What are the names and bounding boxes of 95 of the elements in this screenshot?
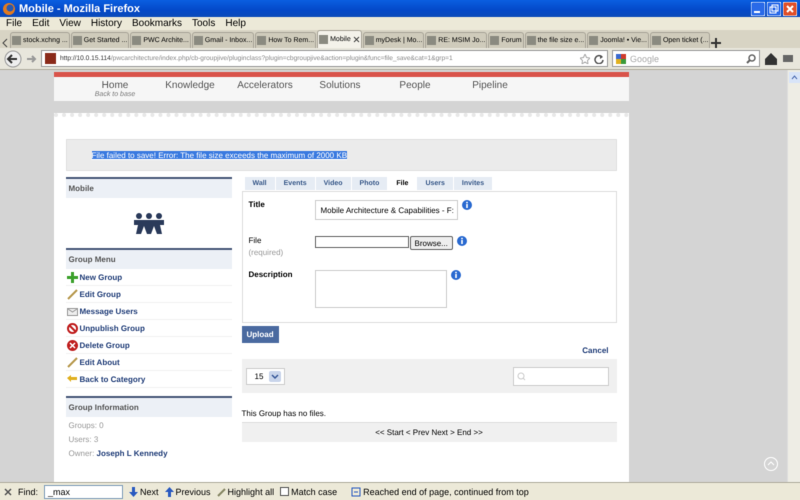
menu-link[interactable]: Back to Category (80, 374, 146, 384)
title-input[interactable]: Mobile Architecture & Capabilities - F: (314, 200, 458, 220)
info-text: Groups: 0 (68, 420, 105, 432)
restore-icon[interactable] (767, 2, 781, 16)
menu-link[interactable]: Unpublish Group (80, 324, 145, 332)
edit-icon (66, 288, 78, 300)
cancel-link[interactable]: Cancel (582, 346, 608, 355)
upload-button[interactable]: Upload (242, 326, 279, 343)
search-icon (516, 372, 526, 380)
menu-link[interactable]: New Group (80, 272, 122, 282)
favicon-icon (427, 36, 436, 45)
scrollbar[interactable] (787, 70, 800, 482)
menu-item[interactable]: Tools (188, 18, 220, 29)
field-note: (required) (248, 248, 284, 257)
favicon-icon (257, 36, 266, 45)
file-input[interactable] (314, 236, 408, 248)
menu-link[interactable]: Edit About (80, 358, 120, 366)
info-icon (462, 200, 472, 210)
favicon-icon (72, 36, 82, 45)
up-arrow-icon (164, 486, 174, 496)
star-icon[interactable] (580, 54, 590, 64)
favicon-icon (589, 36, 598, 45)
nav-link[interactable]: Solutions (319, 80, 361, 91)
error-message: File failed to save! Error: The file size exceeds the maximum of 2000 KB (92, 150, 348, 160)
new-icon (66, 272, 78, 282)
owner-link[interactable]: Joseph L Kennedy (96, 449, 168, 458)
window-title: Mobile - Mozilla Firefox (19, 2, 142, 14)
highlighter-icon (216, 486, 226, 496)
menu-item[interactable]: Bookmarks (128, 18, 186, 29)
favicon-icon (132, 36, 142, 45)
menu-link[interactable]: Message Users (80, 306, 138, 316)
favicon-icon (364, 36, 374, 45)
google-icon (616, 54, 626, 64)
nav-link[interactable]: Knowledge (165, 80, 215, 91)
scroll-left-icon[interactable] (2, 38, 9, 48)
nav-link[interactable]: Pipeline (472, 80, 508, 91)
favicon-icon (194, 36, 203, 45)
favicon-icon (652, 36, 661, 45)
nav-link[interactable]: People (399, 80, 431, 91)
menu-item[interactable]: Edit (28, 18, 54, 29)
menu-item[interactable]: Help (221, 18, 250, 29)
back-icon[interactable] (4, 50, 22, 68)
find-input[interactable]: _max (44, 484, 124, 498)
back-icon (66, 374, 78, 384)
favicon-icon (490, 36, 500, 45)
site-icon (45, 53, 56, 64)
search-icon[interactable] (746, 54, 756, 64)
dropdown-arrow-icon (269, 370, 282, 382)
menu-link[interactable]: Edit Group (80, 290, 121, 298)
page-size-select[interactable]: 15 (246, 368, 286, 384)
field-label: Title (248, 200, 266, 209)
favicon-icon (319, 35, 328, 44)
find-previous-button[interactable]: Previous (164, 486, 211, 496)
owner-label: Owner: (68, 449, 94, 458)
list-search-field[interactable] (512, 366, 608, 386)
unpublish-icon (66, 322, 78, 334)
find-status: Reached end of page, continued from top (363, 486, 529, 496)
empty-list-message: This Group has no files. (242, 409, 327, 418)
menu-item[interactable]: File (2, 18, 26, 29)
down-arrow-icon (129, 486, 138, 496)
panel-header: Group Information (66, 396, 232, 417)
nav-link[interactable]: Accelerators (237, 80, 293, 91)
search-placeholder: Google (630, 54, 660, 64)
nav-link[interactable]: Home (102, 80, 128, 91)
favicon-icon (526, 36, 536, 45)
delete-icon (66, 340, 78, 350)
edit-icon (66, 356, 78, 368)
people-group-icon (132, 212, 164, 234)
field-label: File (248, 236, 262, 245)
find-label: Find: (18, 486, 38, 496)
match-case-checkbox[interactable]: Match case (280, 486, 338, 496)
checkbox[interactable] (280, 487, 290, 496)
info-text: Users: 3 (68, 434, 100, 446)
scroll-up-icon[interactable] (788, 72, 800, 83)
home-icon[interactable] (764, 52, 778, 66)
message-icon (66, 306, 78, 316)
tab-close-icon[interactable] (352, 36, 360, 43)
favicon-icon (12, 36, 21, 45)
close-icon[interactable] (4, 488, 12, 496)
panel-header: Mobile (66, 177, 232, 198)
minimize-icon[interactable] (751, 2, 765, 16)
highlight-all-button[interactable]: Highlight all (216, 486, 274, 496)
firefox-icon (3, 2, 15, 14)
reload-icon[interactable] (594, 54, 604, 64)
panel-header: Group Menu (66, 248, 232, 269)
field-label: Description (248, 270, 294, 279)
pagination[interactable]: << Start < Prev Next > End >> (242, 422, 616, 442)
new-tab-icon[interactable] (711, 38, 722, 48)
info-icon (456, 236, 467, 246)
find-next-button[interactable]: Next (129, 486, 159, 496)
menu-item[interactable]: View (55, 18, 85, 29)
info-icon (450, 270, 460, 280)
menu-item[interactable]: History (86, 18, 126, 29)
menu-link[interactable]: Delete Group (80, 340, 130, 350)
browse-button[interactable]: Browse... (410, 236, 453, 250)
